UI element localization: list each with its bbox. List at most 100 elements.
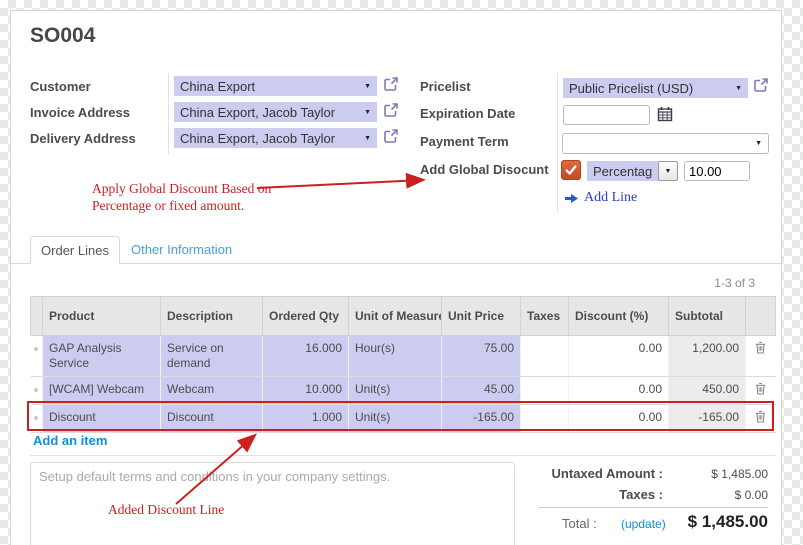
cell-taxes	[521, 377, 569, 405]
cell-qty: 16.000	[263, 336, 349, 377]
pager-text: 1-3 of 3	[714, 276, 755, 290]
delete-line-button[interactable]	[755, 382, 766, 398]
customer-value: China Export	[180, 79, 360, 94]
add-line-link[interactable]: Add Line	[565, 190, 637, 206]
cell-description: Webcam	[161, 377, 263, 405]
cell-product: [WCAM] Webcam	[43, 377, 161, 405]
total-label: Total :	[562, 516, 597, 531]
chevron-down-icon: ▼	[364, 135, 371, 142]
form-left-divider	[168, 73, 169, 155]
drag-handle-icon	[34, 347, 38, 351]
delivery-address-external-link-icon[interactable]	[383, 128, 399, 144]
cell-description: Service on demand	[161, 336, 263, 377]
payment-term-label: Payment Term	[420, 134, 509, 149]
cell-actions	[746, 336, 776, 377]
terms-notes-textarea[interactable]	[30, 462, 515, 545]
discount-method-select[interactable]: Percentage	[587, 161, 658, 181]
delete-line-button[interactable]	[755, 341, 766, 357]
sales-order-page: { "colors": { "accent_lavender": "#ccccf…	[0, 0, 803, 545]
global-discount-label: Add Global Disocunt	[420, 162, 549, 177]
order-line-row[interactable]: [WCAM] Webcam Webcam 10.000 Unit(s) 45.0…	[31, 377, 776, 405]
cell-uom: Unit(s)	[349, 405, 442, 433]
chevron-down-icon: ▼	[735, 85, 742, 92]
footer-divider	[30, 455, 775, 456]
trash-icon	[755, 382, 766, 395]
order-lines-table: Product Description Ordered Qty Unit of …	[30, 296, 776, 433]
header-subtotal[interactable]: Subtotal	[669, 297, 746, 336]
payment-term-select[interactable]: ▼	[562, 133, 769, 154]
header-unit-price[interactable]: Unit Price	[442, 297, 521, 336]
chevron-down-icon: ▼	[364, 83, 371, 90]
customer-select[interactable]: China Export ▼	[174, 76, 377, 96]
tab-order-lines[interactable]: Order Lines	[30, 236, 120, 264]
tab-underline	[10, 263, 781, 264]
tab-other-information[interactable]: Other Information	[131, 242, 232, 257]
cell-subtotal: -165.00	[669, 405, 746, 433]
cell-qty: 10.000	[263, 377, 349, 405]
global-discount-checkbox[interactable]	[561, 160, 581, 180]
total-value: $ 1,485.00	[648, 512, 768, 532]
invoice-address-select[interactable]: China Export, Jacob Taylor ▼	[174, 102, 377, 122]
cell-taxes	[521, 336, 569, 377]
header-unit-of-measure[interactable]: Unit of Measure	[349, 297, 442, 336]
pricelist-label: Pricelist	[420, 79, 471, 94]
cell-product: Discount	[43, 405, 161, 433]
calendar-icon[interactable]	[657, 106, 673, 122]
header-taxes[interactable]: Taxes	[521, 297, 569, 336]
taxes-label: Taxes :	[540, 487, 663, 502]
pricelist-select[interactable]: Public Pricelist (USD) ▼	[563, 78, 748, 98]
row-drag-handle[interactable]	[31, 377, 43, 405]
discount-method-dropdown-button[interactable]: ▼	[658, 161, 678, 181]
header-handle	[31, 297, 43, 336]
cell-subtotal: 1,200.00	[669, 336, 746, 377]
customer-external-link-icon[interactable]	[383, 76, 399, 92]
customer-label: Customer	[30, 79, 91, 94]
cell-price: 45.00	[442, 377, 521, 405]
pricelist-external-link-icon[interactable]	[753, 77, 769, 93]
cell-price: 75.00	[442, 336, 521, 377]
header-actions	[746, 297, 776, 336]
cell-uom: Hour(s)	[349, 336, 442, 377]
header-discount[interactable]: Discount (%)	[569, 297, 669, 336]
invoice-address-external-link-icon[interactable]	[383, 102, 399, 118]
cell-product: GAP Analysis Service	[43, 336, 161, 377]
order-line-row[interactable]: GAP Analysis Service Service on demand 1…	[31, 336, 776, 377]
chevron-down-icon: ▼	[755, 140, 762, 147]
header-description[interactable]: Description	[161, 297, 263, 336]
arrow-right-icon	[565, 193, 578, 204]
totals-divider	[538, 507, 768, 508]
cell-discount: 0.00	[569, 405, 669, 433]
row-drag-handle[interactable]	[31, 405, 43, 433]
page-title: SO004	[30, 24, 95, 48]
cell-description: Discount	[161, 405, 263, 433]
cell-discount: 0.00	[569, 377, 669, 405]
order-line-row-discount[interactable]: Discount Discount 1.000 Unit(s) -165.00 …	[31, 405, 776, 433]
delivery-address-label: Delivery Address	[30, 131, 136, 146]
trash-icon	[755, 410, 766, 423]
drag-handle-icon	[34, 388, 38, 392]
chevron-down-icon: ▼	[665, 168, 672, 175]
add-line-label: Add Line	[584, 190, 637, 206]
header-product[interactable]: Product	[43, 297, 161, 336]
invoice-address-label: Invoice Address	[30, 105, 130, 120]
delete-line-button[interactable]	[755, 410, 766, 426]
check-icon	[564, 163, 578, 177]
expiration-date-label: Expiration Date	[420, 106, 515, 121]
delivery-address-select[interactable]: China Export, Jacob Taylor ▼	[174, 128, 377, 148]
delivery-address-value: China Export, Jacob Taylor	[180, 131, 360, 146]
discount-amount-input[interactable]	[684, 161, 750, 181]
cell-taxes	[521, 405, 569, 433]
annotation-added-discount-line: Added Discount Line	[108, 501, 224, 518]
pricelist-value: Public Pricelist (USD)	[569, 81, 731, 96]
header-ordered-qty[interactable]: Ordered Qty	[263, 297, 349, 336]
row-drag-handle[interactable]	[31, 336, 43, 377]
table-header-row: Product Description Ordered Qty Unit of …	[31, 297, 776, 336]
add-an-item-link[interactable]: Add an item	[33, 433, 107, 448]
cell-actions	[746, 405, 776, 433]
cell-discount: 0.00	[569, 336, 669, 377]
invoice-address-value: China Export, Jacob Taylor	[180, 105, 360, 120]
expiration-date-input[interactable]	[563, 105, 650, 125]
drag-handle-icon	[34, 416, 38, 420]
untaxed-amount-label: Untaxed Amount :	[540, 466, 663, 481]
cell-uom: Unit(s)	[349, 377, 442, 405]
